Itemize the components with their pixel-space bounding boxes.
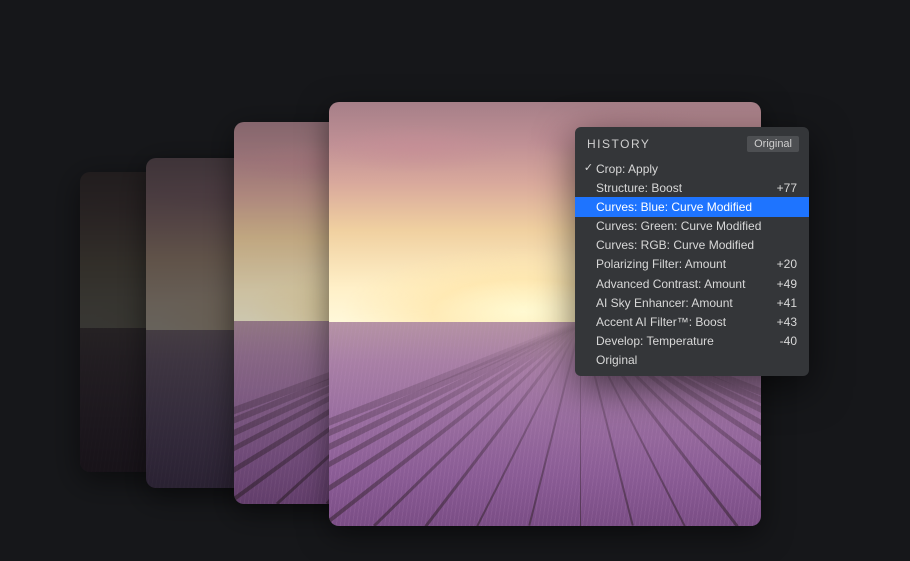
history-item-label: Curves: Green: Curve Modified [594,218,789,234]
history-item[interactable]: Curves: RGB: Curve Modified [575,236,809,255]
history-item[interactable]: ✓Crop: Apply [575,159,809,178]
history-item-label: Curves: Blue: Curve Modified [594,199,789,215]
history-panel: HISTORY Original ✓Crop: ApplyStructure: … [575,127,809,376]
history-item-label: Structure: Boost [594,180,769,196]
history-item-label: Advanced Contrast: Amount [594,276,769,292]
history-header: HISTORY Original [575,127,809,159]
history-item[interactable]: Original [575,351,809,370]
stage: HISTORY Original ✓Crop: ApplyStructure: … [0,0,910,561]
history-item-value: +20 [769,256,797,272]
history-item-label: Develop: Temperature [594,333,772,349]
history-item[interactable]: Develop: Temperature-40 [575,332,809,351]
history-title: HISTORY [587,137,650,151]
history-item[interactable]: Accent AI Filter™: Boost+43 [575,313,809,332]
history-item-label: Curves: RGB: Curve Modified [594,237,789,253]
original-button[interactable]: Original [747,136,799,152]
history-item-value: +43 [769,314,797,330]
history-item[interactable]: AI Sky Enhancer: Amount+41 [575,293,809,312]
checkmark-icon: ✓ [583,161,594,176]
history-item-value: +49 [769,276,797,292]
history-item-label: Original [594,352,789,368]
history-item-label: AI Sky Enhancer: Amount [594,295,769,311]
history-item[interactable]: Curves: Green: Curve Modified [575,217,809,236]
history-item-value: +77 [769,180,797,196]
history-item[interactable]: Advanced Contrast: Amount+49 [575,274,809,293]
history-item[interactable]: Polarizing Filter: Amount+20 [575,255,809,274]
history-item[interactable]: Curves: Blue: Curve Modified [575,197,809,216]
history-item[interactable]: Structure: Boost+77 [575,178,809,197]
history-item-value: -40 [772,333,797,349]
history-list: ✓Crop: ApplyStructure: Boost+77Curves: B… [575,159,809,370]
history-item-value: +41 [769,295,797,311]
history-item-label: Polarizing Filter: Amount [594,256,769,272]
history-item-label: Crop: Apply [594,161,789,177]
history-item-label: Accent AI Filter™: Boost [594,314,769,330]
